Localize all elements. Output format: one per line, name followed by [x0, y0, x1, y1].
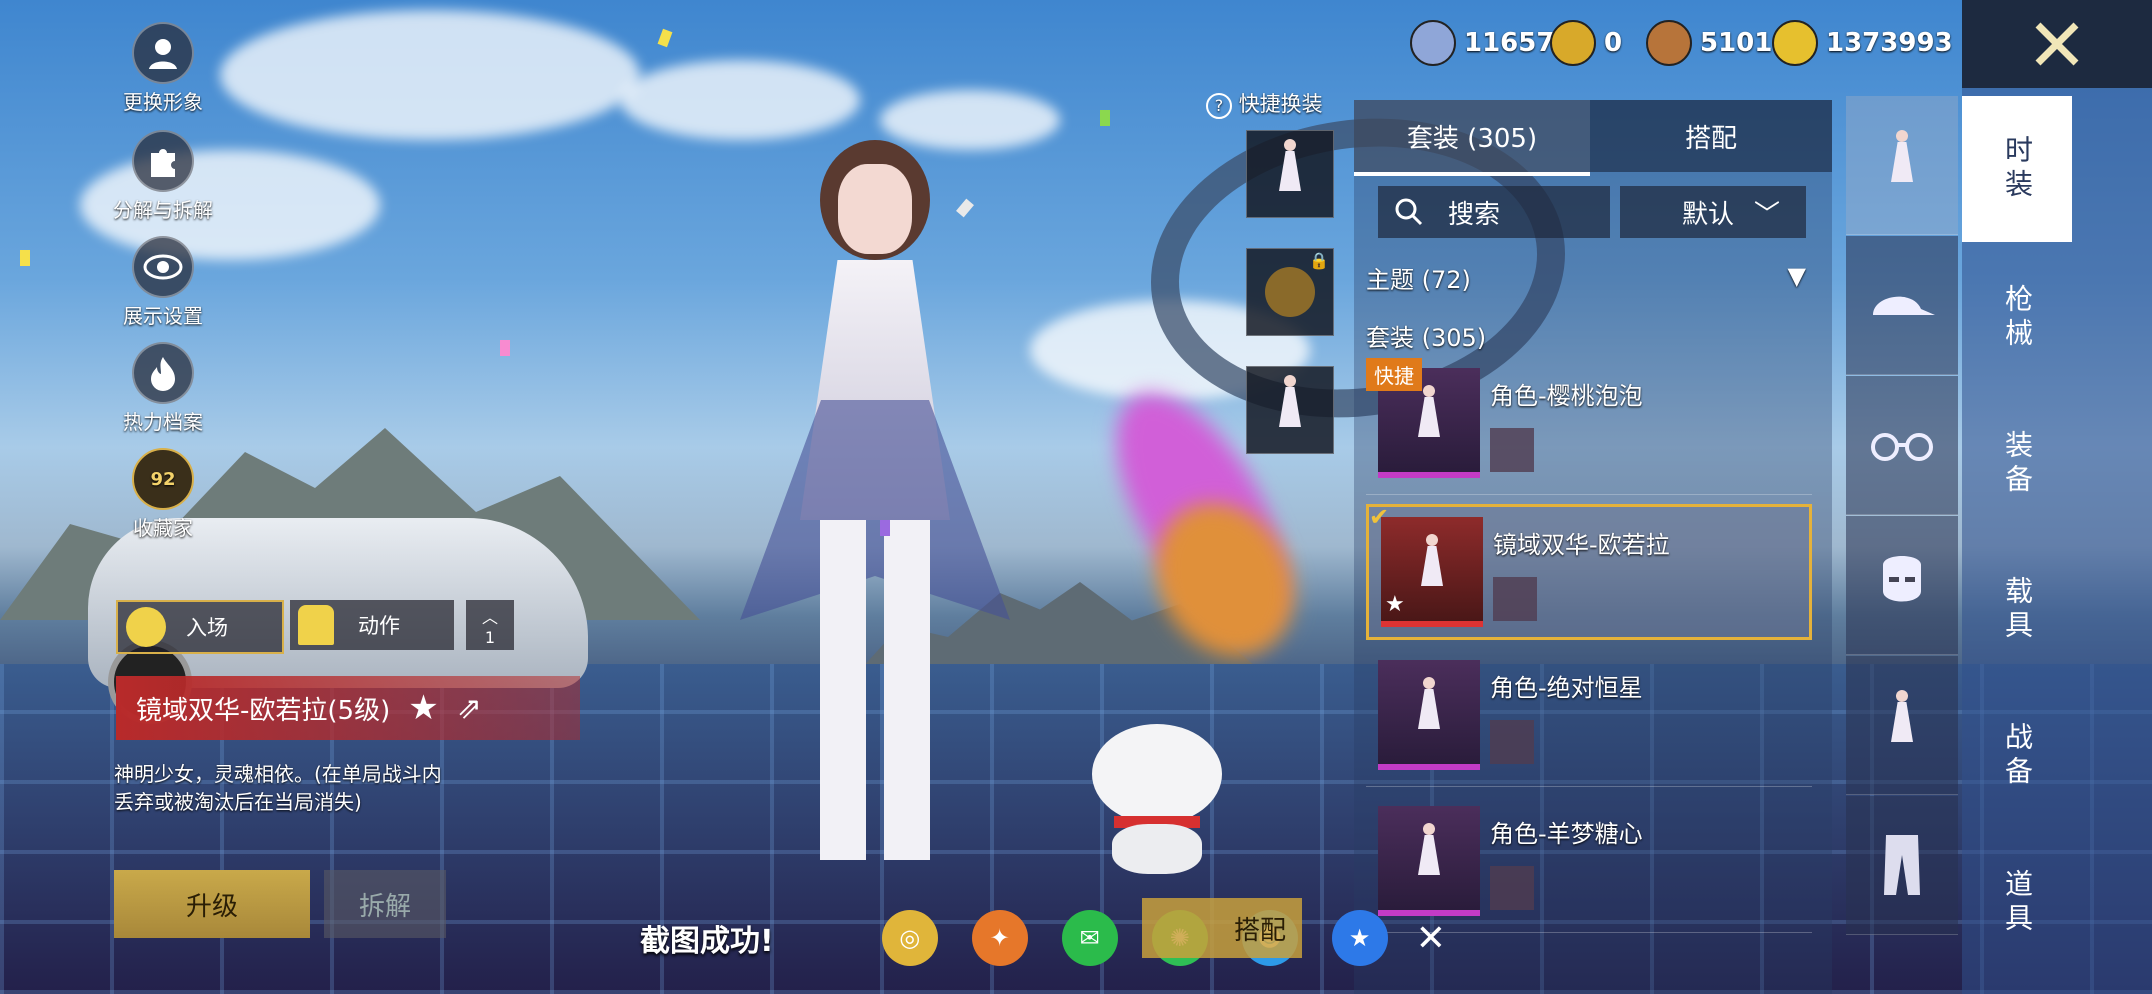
motion-action-button[interactable]: 动作: [290, 600, 454, 650]
silver-token-icon: [1410, 20, 1456, 66]
dismantle-button[interactable]: 拆解: [324, 870, 446, 938]
triangle-down-icon: ▼: [1787, 262, 1806, 290]
mini-thumbnail: [1490, 428, 1534, 472]
sort-dropdown[interactable]: 默认 ﹀: [1620, 186, 1806, 238]
star-icon: ★: [1385, 592, 1405, 617]
subcat-mask[interactable]: [1846, 516, 1958, 655]
outfit-name-bar: 镜域双华-欧若拉(5级) ★ ⇗: [116, 676, 580, 740]
smile-icon: [126, 607, 166, 647]
avatar-icon: [132, 22, 194, 84]
currency-gold-a: 0: [1550, 20, 1622, 66]
subcat-hat[interactable]: [1846, 236, 1958, 375]
quick-tag: 快捷: [1366, 358, 1422, 391]
outfit-thumbnail: ★: [1381, 517, 1483, 627]
checkmark-icon: ✔: [1369, 503, 1390, 531]
upgrade-button[interactable]: 升级: [114, 870, 310, 938]
display-settings-button[interactable]: 展示设置: [108, 236, 218, 329]
outfit-thumbnail: [1279, 139, 1301, 209]
camera-icon[interactable]: ◎: [881, 910, 938, 966]
suits-section-header: 套装 (305): [1366, 324, 1487, 352]
close-button[interactable]: [1962, 0, 2152, 88]
quick-slot-3[interactable]: [1246, 366, 1334, 454]
gold-coin-icon: [1772, 20, 1818, 66]
change-appearance-button[interactable]: 更换形象: [108, 22, 218, 115]
eye-icon: [132, 236, 194, 298]
subcat-outfit[interactable]: [1846, 96, 1958, 235]
category-items[interactable]: 道具: [1962, 828, 2072, 978]
puzzle-icon: [132, 130, 194, 192]
flame-icon: [132, 342, 194, 404]
collector-badge-icon: 92: [132, 448, 194, 510]
subcat-pants[interactable]: [1846, 796, 1958, 935]
search-input[interactable]: 搜索: [1378, 186, 1610, 238]
theme-section-header[interactable]: 主题 (72) ▼: [1366, 260, 1806, 295]
help-icon: ?: [1206, 93, 1232, 119]
glasses-icon: [1871, 433, 1933, 461]
gold-a-token-icon: [1550, 20, 1596, 66]
close-share-icon[interactable]: ✕: [1416, 918, 1446, 959]
tab-combos[interactable]: 搭配: [1590, 100, 1832, 172]
mask-icon: [1883, 556, 1921, 602]
qzone-icon[interactable]: ★: [1331, 910, 1388, 966]
list-item[interactable]: 快捷 角色-樱桃泡泡: [1366, 358, 1812, 495]
screenshot-share-bar: 截图成功! ◎ ✦ ✉ ✺ ☻ ★ ✕: [640, 898, 1500, 978]
outfit-thumbnail: [1378, 660, 1480, 770]
mini-thumbnail: [1490, 720, 1534, 764]
screenshot-success-message: 截图成功!: [640, 924, 774, 959]
list-item[interactable]: 角色-绝对恒星: [1366, 650, 1812, 787]
search-icon: [1395, 198, 1423, 226]
category-vehicles[interactable]: 载具: [1962, 536, 2072, 684]
chevron-up-icon: ︿: [481, 607, 498, 627]
wechat-icon[interactable]: ✉: [1061, 910, 1118, 966]
lock-icon: 🔒: [1309, 251, 1329, 270]
pants-icon: [1884, 835, 1920, 895]
quick-slot-1[interactable]: [1246, 130, 1334, 218]
category-fashion[interactable]: 时装: [1962, 96, 2072, 242]
partial-combo-button[interactable]: 搭配: [1142, 898, 1302, 958]
heat-profile-button[interactable]: 热力档案: [108, 342, 218, 435]
list-tabs: 套装 (305) 搭配: [1354, 100, 1832, 176]
share-icon[interactable]: ⇗: [457, 691, 482, 726]
outfit-description: 神明少女，灵魂相依。(在单局战斗内丢弃或被淘汰后在当局消失): [114, 762, 442, 814]
mini-thumbnail: [1493, 577, 1537, 621]
category-gear[interactable]: 战备: [1962, 682, 2072, 830]
pet-companion: [1092, 724, 1222, 874]
subcat-glasses[interactable]: [1846, 376, 1958, 515]
category-guns[interactable]: 枪械: [1962, 244, 2072, 392]
bronze-coin-icon: [1646, 20, 1692, 66]
trophy-icon: [1265, 267, 1315, 317]
subcat-outfit-2[interactable]: [1846, 656, 1958, 795]
expand-actions-button[interactable]: ︿ 1: [466, 600, 514, 650]
outfit-thumbnail: [1279, 375, 1301, 445]
currency-gold: 1373993: [1772, 20, 1953, 66]
list-item-selected[interactable]: ★ ✔ 镜域双华-欧若拉: [1366, 503, 1812, 640]
category-equipment[interactable]: 装备: [1962, 390, 2072, 538]
quick-slot-2-locked[interactable]: 🔒: [1246, 248, 1334, 336]
chevron-down-icon: ﹀: [1754, 199, 1781, 230]
outfit-icon: [1891, 690, 1913, 760]
outfit-icon: [1891, 130, 1913, 200]
close-icon: [2035, 22, 2079, 66]
dismantle-menu-button[interactable]: 分解与拆解: [108, 130, 218, 223]
pose-icon: [298, 605, 334, 645]
currency-bronze: 5101: [1646, 20, 1772, 66]
collector-button[interactable]: 92 收藏家: [108, 448, 218, 541]
favorite-star-icon[interactable]: ★: [408, 688, 438, 728]
currency-silver: 116571: [1410, 20, 1573, 66]
tab-suits[interactable]: 套装 (305): [1354, 100, 1590, 176]
cap-icon: [1873, 296, 1935, 315]
game-logo-icon[interactable]: ✦: [971, 910, 1028, 966]
entry-action-button[interactable]: 入场: [116, 600, 284, 654]
character-model: [720, 140, 1040, 880]
quick-change-header[interactable]: ? 快捷换装: [1206, 88, 1323, 119]
